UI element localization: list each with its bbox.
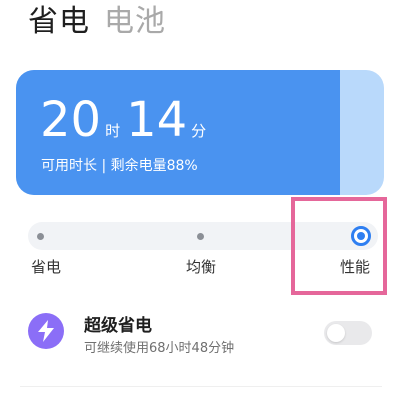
battery-subtitle: 可用时长 | 剩余电量88% bbox=[41, 158, 198, 174]
mode-label-power-saving[interactable]: 省电 bbox=[31, 256, 61, 278]
mode-stop-power-saving[interactable] bbox=[37, 233, 44, 240]
mode-label-balanced[interactable]: 均衡 bbox=[186, 256, 216, 278]
lightning-icon bbox=[28, 313, 64, 349]
super-saver-title: 超级省电 bbox=[84, 316, 152, 336]
lightning-glyph bbox=[38, 320, 54, 342]
mode-stop-balanced[interactable] bbox=[197, 233, 204, 240]
toggle-thumb[interactable] bbox=[327, 324, 345, 342]
top-tabs: 省电 电池 bbox=[28, 2, 166, 42]
remaining-hours: 20 bbox=[40, 92, 102, 148]
battery-card: 20 时 14 分 可用时长 | 剩余电量88% bbox=[16, 70, 384, 195]
highlight-annotation-box bbox=[291, 197, 387, 295]
super-saver-subtitle: 可继续使用68小时48分钟 bbox=[84, 341, 235, 356]
tab-power-saving[interactable]: 省电 bbox=[28, 2, 90, 42]
minutes-unit: 分 bbox=[191, 122, 207, 140]
remaining-minutes: 14 bbox=[126, 92, 188, 148]
battery-settings-page: 省电 电池 20 时 14 分 可用时长 | 剩余电量88% 省电 均衡 性能 … bbox=[0, 0, 400, 401]
tab-battery[interactable]: 电池 bbox=[104, 2, 166, 42]
divider bbox=[20, 386, 382, 387]
hours-unit: 时 bbox=[105, 122, 121, 140]
remaining-time: 20 时 14 分 bbox=[40, 92, 212, 148]
super-saver-toggle[interactable] bbox=[324, 321, 372, 345]
